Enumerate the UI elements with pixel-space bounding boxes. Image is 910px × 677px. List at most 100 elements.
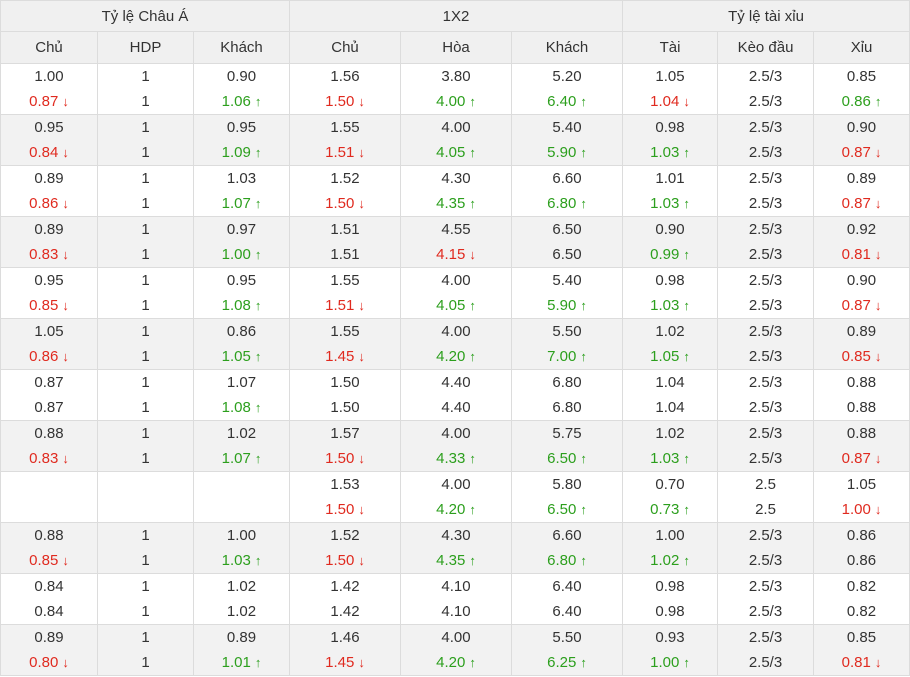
current-odds: 0.87 ↓ (814, 140, 909, 165)
current-odds: 4.10 (401, 599, 511, 624)
current-odds: 1.07 ↑ (194, 191, 289, 216)
current-odds: 5.90 ↑ (512, 293, 622, 318)
opening-odds: 4.55 (441, 221, 471, 238)
arrow-down-icon: ↓ (874, 247, 882, 262)
current-odds-value: 1.07 (221, 450, 251, 467)
opening-odds: 6.60 (552, 170, 582, 187)
opening-odds: 6.80 (552, 374, 582, 391)
current-odds: 2.5/3 (718, 242, 813, 267)
odds-cell: 0.88 0.87 ↓ (813, 420, 910, 472)
current-odds-value: 0.82 (846, 603, 877, 620)
opening-odds: 1.05 (846, 476, 877, 493)
arrow-down-icon: ↓ (874, 298, 882, 313)
current-odds: 7.00 ↑ (512, 344, 622, 369)
current-odds-value: 0.85 (29, 552, 59, 569)
col-header-home-ah: Chủ (0, 31, 98, 64)
table-row[interactable]: 0.95 0.84 ↓ 1 1 0.95 1.09 ↑ 1.55 1.51 ↓ 4.00 4.05 ↑ 5.… (0, 114, 910, 166)
current-odds: 2.5/3 (718, 191, 813, 216)
odds-cell: 0.98 0.98 (622, 573, 719, 625)
odds-cell: 0.92 0.81 ↓ (813, 216, 910, 268)
table-row[interactable]: 0.88 0.85 ↓ 1 1 1.00 1.03 ↑ 1.52 1.50 ↓ 4.30 4.35 ↑ 6.… (0, 522, 910, 574)
table-row[interactable]: 0.89 0.86 ↓ 1 1 1.03 1.07 ↑ 1.52 1.50 ↓ 4.30 4.35 ↑ 6.… (0, 165, 910, 217)
table-row[interactable]: 0.88 0.83 ↓ 1 1 1.02 1.07 ↑ 1.57 1.50 ↓ 4.00 4.33 ↑ 5.… (0, 420, 910, 472)
odds-cell: 0.84 0.84 (0, 573, 98, 625)
current-odds: 1.50 ↓ (290, 548, 400, 573)
current-odds-value: 1.03 (650, 297, 680, 314)
col-header-draw: Hòa (400, 31, 513, 64)
current-odds: 1 (98, 446, 193, 471)
current-odds-value: 0.87 (841, 195, 871, 212)
current-odds-value: 1.45 (325, 348, 355, 365)
opening-odds: 5.20 (552, 68, 582, 85)
table-row[interactable]: 1.53 1.50 ↓ 4.00 4.20 ↑ 5.80 6.50 ↑ 0.70 0.73 ↑ 2.5 2… (0, 471, 910, 523)
arrow-up-icon: ↑ (683, 145, 690, 160)
current-odds-value: 0.84 (34, 603, 64, 620)
odds-cell: 5.20 6.40 ↑ (511, 63, 624, 115)
current-odds: 1 (98, 293, 193, 318)
opening-odds: 0.85 (846, 68, 877, 85)
opening-odds: 1.00 (655, 527, 685, 544)
current-odds: 0.73 ↑ (623, 497, 717, 522)
current-odds: 1.03 ↑ (623, 293, 717, 318)
current-odds-value: 2.5/3 (748, 297, 783, 314)
opening-odds: 0.98 (655, 578, 685, 595)
arrow-down-icon: ↓ (358, 451, 365, 466)
odds-cell: 1.01 1.03 ↑ (622, 165, 719, 217)
current-odds-value: 4.15 (436, 246, 466, 263)
table-row[interactable]: 0.87 0.87 1 1 1.07 1.08 ↑ 1.50 1.50 4.40 4.40 6.80 6… (0, 369, 910, 421)
table-row[interactable]: 1.05 0.86 ↓ 1 1 0.86 1.05 ↑ 1.55 1.45 ↓ 4.00 4.20 ↑ 5.… (0, 318, 910, 370)
odds-cell: 1.57 1.50 ↓ (289, 420, 402, 472)
arrow-up-icon: ↑ (254, 196, 262, 211)
current-odds-value: 6.80 (547, 552, 577, 569)
opening-odds: 1.55 (330, 119, 360, 136)
current-odds: 1.08 ↑ (194, 293, 289, 318)
current-odds-value: 1 (141, 654, 150, 671)
opening-odds: 0.93 (655, 629, 685, 646)
odds-cell: 1.53 1.50 ↓ (289, 471, 402, 523)
current-odds-value: 1.01 (221, 654, 251, 671)
current-odds: 1 (98, 140, 193, 165)
arrow-down-icon: ↓ (358, 145, 365, 160)
current-odds: 0.82 (814, 599, 909, 624)
opening-odds: 1.05 (34, 323, 64, 340)
table-row[interactable]: 0.89 0.83 ↓ 1 1 0.97 1.00 ↑ 1.51 1.51 4.55 4.15 ↓ 6.5… (0, 216, 910, 268)
current-odds-value: 1.08 (221, 399, 251, 416)
table-row[interactable]: 1.00 0.87 ↓ 1 1 0.90 1.06 ↑ 1.56 1.50 ↓ 3.80 4.00 ↑ 5.… (0, 63, 910, 115)
current-odds: 1.01 ↑ (194, 650, 289, 675)
odds-cell: 11 (97, 63, 194, 115)
current-odds: 1.03 ↑ (623, 191, 717, 216)
odds-cell: 5.50 6.25 ↑ (511, 624, 624, 676)
current-odds-value: 5.90 (547, 144, 577, 161)
opening-odds: 1.02 (226, 425, 257, 442)
odds-cell: 6.60 6.80 ↑ (511, 522, 624, 574)
current-odds: 6.40 (512, 599, 622, 624)
table-row[interactable]: 0.84 0.84 1 1 1.02 1.02 1.42 1.42 4.10 4.10 6.40 6.… (0, 573, 910, 625)
opening-odds: 4.00 (441, 272, 471, 289)
arrow-up-icon: ↑ (469, 145, 476, 160)
opening-odds: 2.5/3 (748, 119, 783, 136)
current-odds-value: 0.85 (841, 348, 871, 365)
opening-odds: 0.85 (846, 629, 877, 646)
opening-odds: 1.07 (226, 374, 257, 391)
odds-cell: 1.04 1.04 (622, 369, 719, 421)
opening-odds: 0.90 (226, 68, 257, 85)
arrow-up-icon: ↑ (580, 349, 587, 364)
opening-odds: 1 (141, 323, 150, 340)
arrow-down-icon: ↓ (62, 655, 69, 670)
current-odds-value: 0.81 (841, 246, 871, 263)
opening-odds: 0.90 (846, 272, 877, 289)
table-row[interactable]: 0.95 0.85 ↓ 1 1 0.95 1.08 ↑ 1.55 1.51 ↓ 4.00 4.05 ↑ 5.… (0, 267, 910, 319)
odds-cell: 0.88 0.83 ↓ (0, 420, 98, 472)
current-odds: 0.84 ↓ (1, 140, 97, 165)
arrow-down-icon: ↓ (62, 196, 69, 211)
odds-cell: 1.55 1.51 ↓ (289, 267, 402, 319)
current-odds: 1 (98, 191, 193, 216)
current-odds-value: 4.40 (441, 399, 471, 416)
current-odds: 1.02 (194, 599, 289, 624)
table-row[interactable]: 0.89 0.80 ↓ 1 1 0.89 1.01 ↑ 1.46 1.45 ↓ 4.00 4.20 ↑ 5.… (0, 624, 910, 676)
opening-odds: 1.52 (330, 527, 360, 544)
odds-cell: 2.5 2.5 (717, 471, 815, 523)
current-odds-value: 0.84 (29, 144, 59, 161)
opening-odds: 0.95 (226, 272, 257, 289)
odds-cell: 5.50 7.00 ↑ (511, 318, 624, 370)
